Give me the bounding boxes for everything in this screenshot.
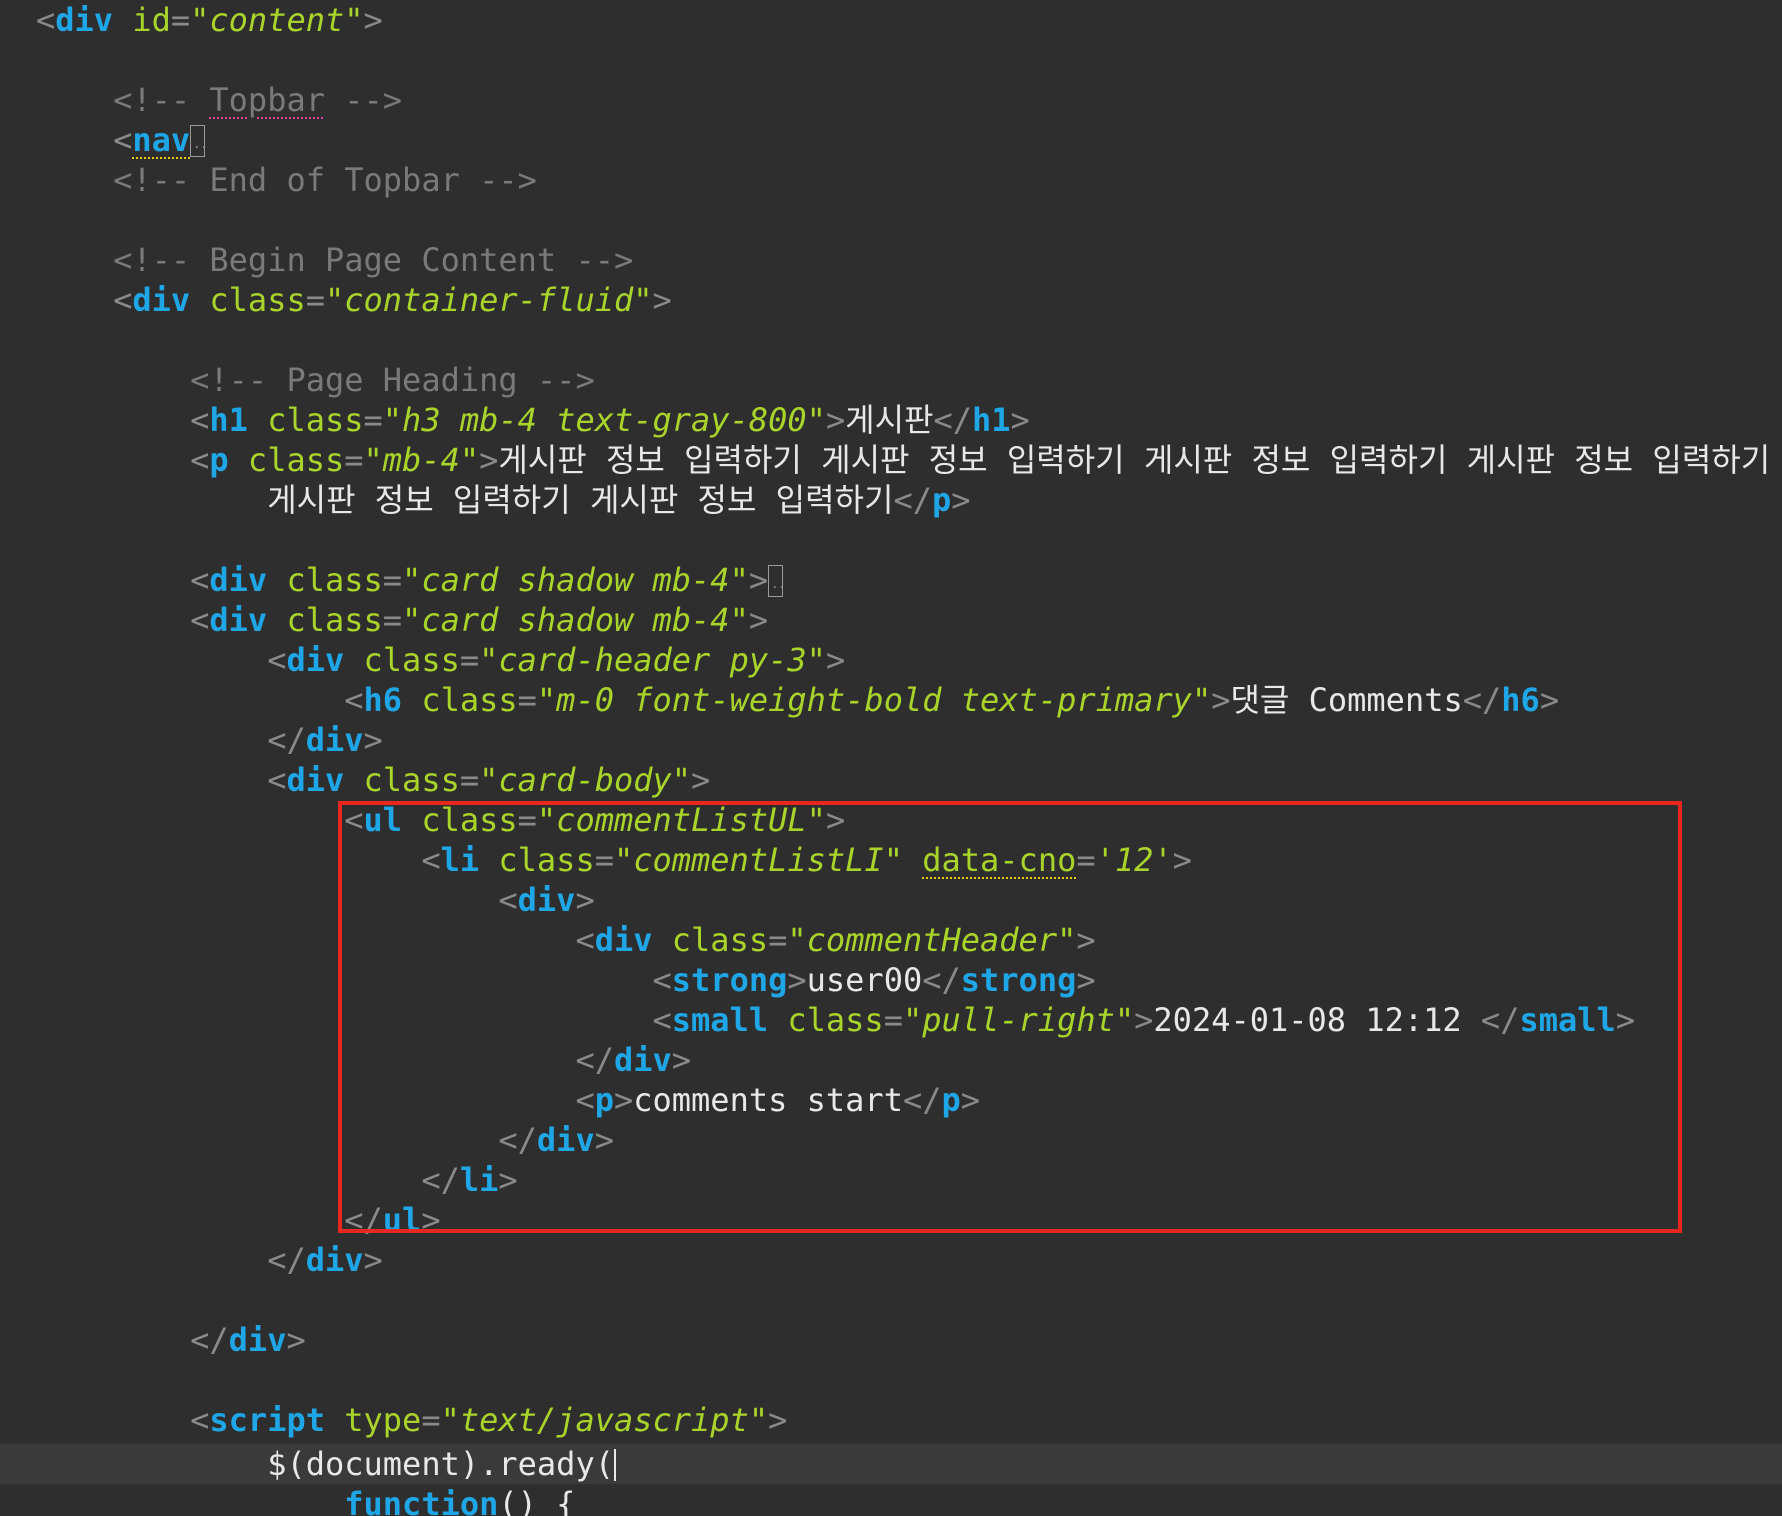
code-line-22[interactable]: <div> bbox=[36, 880, 594, 920]
code-line-17[interactable]: <h6 class="m-0 font-weight-bold text-pri… bbox=[36, 680, 1559, 720]
code-line-12[interactable]: <p class="mb-4">게시판 정보 입력하기 게시판 정보 입력하기 … bbox=[36, 440, 1770, 480]
code-line-4[interactable]: <nav bbox=[36, 120, 208, 164]
code-line-33[interactable]: </div> bbox=[36, 1320, 306, 1360]
code-line-16[interactable]: <div class="card-header py-3"> bbox=[36, 640, 845, 680]
text-caret bbox=[613, 1449, 616, 1481]
code-line-21[interactable]: <li class="commentListLI" data-cno='12'> bbox=[36, 840, 1192, 880]
code-line-23[interactable]: <div class="commentHeader"> bbox=[36, 920, 1095, 960]
code-line-1[interactable]: <div id="content"> bbox=[36, 0, 383, 40]
code-line-27[interactable]: <p>comments start</p> bbox=[36, 1080, 980, 1120]
code-line-25[interactable]: <small class="pull-right">2024-01-08 12:… bbox=[36, 1000, 1636, 1040]
code-line-19[interactable]: <div class="card-body"> bbox=[36, 760, 710, 800]
code-line-12-wrap[interactable]: 게시판 정보 입력하기 게시판 정보 입력하기</p> bbox=[36, 480, 970, 520]
code-line-18[interactable]: </div> bbox=[36, 720, 383, 760]
code-line-15[interactable]: <div class="card shadow mb-4"> bbox=[36, 600, 768, 640]
code-line-20[interactable]: <ul class="commentListUL"> bbox=[36, 800, 845, 840]
code-line-5[interactable]: <!-- End of Topbar --> bbox=[36, 160, 537, 200]
fold-marker-icon[interactable] bbox=[190, 124, 208, 164]
code-line-26[interactable]: </div> bbox=[36, 1040, 691, 1080]
code-line-3[interactable]: <!-- Topbar --> bbox=[36, 80, 402, 120]
code-line-14[interactable]: <div class="card shadow mb-4"> bbox=[36, 560, 786, 604]
code-line-24[interactable]: <strong>user00</strong> bbox=[36, 960, 1096, 1000]
code-line-28[interactable]: </div> bbox=[36, 1120, 614, 1160]
code-line-30[interactable]: </ul> bbox=[36, 1200, 440, 1240]
code-line-29[interactable]: </li> bbox=[36, 1160, 517, 1200]
fold-marker-icon[interactable] bbox=[768, 564, 786, 604]
code-line-11[interactable]: <h1 class="h3 mb-4 text-gray-800">게시판</h… bbox=[36, 400, 1030, 440]
code-editor[interactable]: <div id="content"> <!-- Topbar --> <nav … bbox=[0, 0, 1782, 1516]
code-line-37[interactable]: function() { bbox=[36, 1484, 575, 1516]
code-line-36[interactable]: $(document).ready( bbox=[36, 1444, 616, 1484]
code-line-10[interactable]: <!-- Page Heading --> bbox=[36, 360, 595, 400]
code-line-31[interactable]: </div> bbox=[36, 1240, 383, 1280]
code-line-7[interactable]: <!-- Begin Page Content --> bbox=[36, 240, 633, 280]
code-line-8[interactable]: <div class="container-fluid"> bbox=[36, 280, 672, 320]
code-line-35[interactable]: <script type="text/javascript"> bbox=[36, 1400, 787, 1440]
